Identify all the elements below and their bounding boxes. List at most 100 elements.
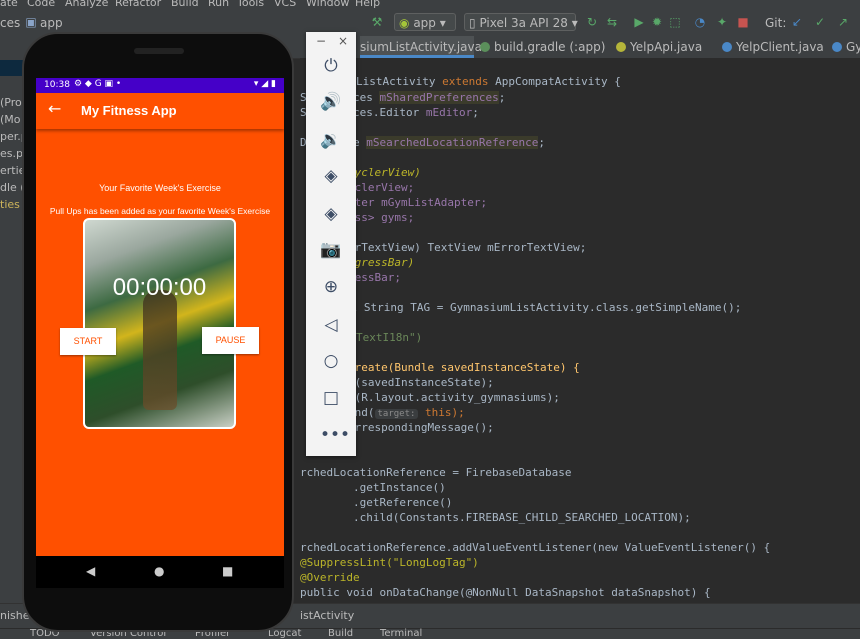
- pause-button[interactable]: PAUSE: [202, 327, 259, 354]
- menu-item-run[interactable]: Run: [208, 0, 229, 9]
- menu-item-help[interactable]: Help: [355, 0, 380, 9]
- tool-terminal[interactable]: Terminal: [380, 628, 422, 639]
- run-icon[interactable]: ▶: [632, 15, 646, 29]
- code-line: public void onDataChange(@NonNull DataSn…: [300, 586, 711, 599]
- timer-display: 00:00:00: [112, 274, 207, 301]
- menu-item-code[interactable]: Code: [27, 0, 55, 9]
- device-label: Pixel 3a API 28: [479, 16, 568, 30]
- run-config-label: app: [413, 16, 436, 30]
- code-line: @SuppressLint("LongLogTag"): [300, 556, 479, 569]
- tab-gymnasium-list-activity[interactable]: siumListActivity.java: [360, 36, 482, 58]
- code-line: ogressBar): [348, 256, 415, 269]
- menu-bar: ate Code Analyze Refactor Build Run Tool…: [0, 0, 860, 10]
- chevron-down-icon: ▾: [439, 16, 446, 30]
- back-arrow-icon[interactable]: ←: [48, 99, 61, 118]
- breadcrumb-segment[interactable]: ces: [0, 16, 20, 30]
- zoom-icon[interactable]: ⊕: [320, 276, 342, 298]
- project-tree-item[interactable]: (Mo: [0, 113, 21, 126]
- code-line: w(R.layout.activity_gymnasiums);: [348, 391, 560, 404]
- attach-debugger-icon[interactable]: ⬚: [668, 15, 682, 29]
- phone-icon: ▯: [469, 16, 476, 30]
- exercise-heading: Your Favorite Week's Exercise: [99, 183, 221, 193]
- profiler-icon[interactable]: ◔: [693, 15, 707, 29]
- code-line: ess> gyms;: [348, 211, 415, 224]
- tab-gy[interactable]: Gy: [832, 36, 860, 58]
- status-time: 10:38: [44, 80, 70, 90]
- apply-code-changes-icon[interactable]: ⇆: [605, 15, 619, 29]
- debug-icon[interactable]: ✹: [650, 15, 664, 29]
- interface-icon: [616, 42, 626, 52]
- nav-back-icon[interactable]: ◀: [86, 564, 95, 578]
- run-config-select[interactable]: ◉ app ▾: [394, 13, 456, 31]
- git-update-icon[interactable]: ↙: [790, 15, 804, 29]
- code-line: orrespondingMessage();: [348, 421, 494, 434]
- notification-icons: ⚙ ◆ G ▣ •: [74, 79, 122, 89]
- emulator-toolbar: − × ⏻ 🔊 🔉 ◈ ◈ 📷 ⊕ ◁ ○ □ •••: [306, 32, 356, 456]
- param-hint: target:: [374, 409, 419, 419]
- exercise-message: Pull Ups has been added as your favorite…: [49, 206, 271, 216]
- code-line: .child(Constants.FIREBASE_CHILD_SEARCHED…: [300, 511, 691, 524]
- code-editor[interactable]: ListActivity extends AppCompatActivity {…: [300, 58, 860, 603]
- tab-yelp-client[interactable]: YelpClient.java: [722, 36, 824, 58]
- breadcrumb-app[interactable]: app: [40, 16, 63, 30]
- code-line: rchedLocationReference = FirebaseDatabas…: [300, 466, 572, 479]
- run-activity-label[interactable]: istActivity: [300, 609, 354, 622]
- volume-down-icon[interactable]: 🔉: [320, 129, 342, 151]
- signal-battery-icon: ▾ ◢ ▮: [253, 79, 276, 89]
- code-line: cyclerView): [348, 166, 421, 179]
- menu-item-window[interactable]: Window: [306, 0, 349, 9]
- hammer-icon[interactable]: ⚒: [370, 15, 384, 29]
- home-icon[interactable]: ○: [320, 350, 342, 372]
- nav-overview-icon[interactable]: ■: [222, 564, 233, 578]
- start-button[interactable]: START: [60, 328, 116, 355]
- app-bar: ← My Fitness App: [36, 93, 284, 129]
- class-icon: [832, 42, 842, 52]
- menu-item-analyze[interactable]: Analyze: [65, 0, 108, 9]
- tool-logcat[interactable]: Logcat: [268, 628, 301, 639]
- volume-up-icon[interactable]: 🔊: [320, 91, 342, 113]
- app-title: My Fitness App: [81, 103, 177, 118]
- code-line: TextI18n"): [356, 331, 423, 344]
- status-bar: 10:38 ⚙ ◆ G ▣ • ▾ ◢ ▮: [36, 78, 284, 93]
- menu-item-build[interactable]: Build: [171, 0, 199, 9]
- apply-changes-icon[interactable]: ↻: [585, 15, 599, 29]
- project-tree-item[interactable]: (Pro: [0, 96, 22, 109]
- coverage-icon[interactable]: ✦: [715, 15, 729, 29]
- more-icon[interactable]: •••: [320, 424, 350, 446]
- phone-screen[interactable]: 10:38 ⚙ ◆ G ▣ • ▾ ◢ ▮ ← My Fitness App Y…: [36, 78, 284, 556]
- menu-item-tools[interactable]: Tools: [237, 0, 264, 9]
- git-commit-icon[interactable]: ✓: [813, 15, 827, 29]
- back-icon[interactable]: ◁: [320, 314, 342, 336]
- camera-icon[interactable]: 📷: [320, 239, 342, 261]
- nav-home-icon[interactable]: ●: [154, 564, 164, 578]
- menu-item-vcs[interactable]: VCS: [274, 0, 296, 9]
- tab-yelp-api[interactable]: YelpApi.java: [616, 36, 716, 58]
- tab-build-gradle[interactable]: build.gradle (:app): [480, 36, 608, 58]
- menu-item-refactor[interactable]: Refactor: [115, 0, 161, 9]
- menu-item[interactable]: ate: [0, 0, 18, 9]
- rotate-right-icon[interactable]: ◈: [320, 203, 342, 225]
- stop-icon[interactable]: ■: [736, 15, 750, 29]
- code-line: pter mGymListAdapter;: [348, 196, 488, 209]
- power-icon[interactable]: ⏻: [320, 55, 342, 77]
- code-line: Create(Bundle savedInstanceState) {: [348, 361, 580, 374]
- speaker-grille: [134, 48, 184, 54]
- code-line: eclerView;: [348, 181, 415, 194]
- minimize-icon[interactable]: −: [316, 34, 326, 48]
- code-line: rchedLocationReference.addValueEventList…: [300, 541, 771, 554]
- git-label: Git:: [765, 16, 787, 30]
- code-line: ind(target: this);: [348, 406, 465, 419]
- rotate-left-icon[interactable]: ◈: [320, 165, 342, 187]
- code-line: ListActivity extends AppCompatActivity {: [356, 75, 621, 88]
- device-select[interactable]: ▯ Pixel 3a API 28 ▾: [464, 13, 578, 31]
- nav-bar: ◀ ● ■: [36, 556, 284, 588]
- close-icon[interactable]: ×: [338, 34, 348, 48]
- exercise-image-card: [83, 218, 236, 429]
- project-tree-item[interactable]: dle (: [0, 181, 25, 194]
- code-line: .getReference(): [300, 496, 453, 509]
- code-line: @Override: [300, 571, 360, 584]
- tool-build[interactable]: Build: [328, 628, 353, 639]
- gradle-icon: [480, 42, 490, 52]
- overview-icon[interactable]: □: [320, 387, 342, 409]
- git-push-icon[interactable]: ↗: [836, 15, 850, 29]
